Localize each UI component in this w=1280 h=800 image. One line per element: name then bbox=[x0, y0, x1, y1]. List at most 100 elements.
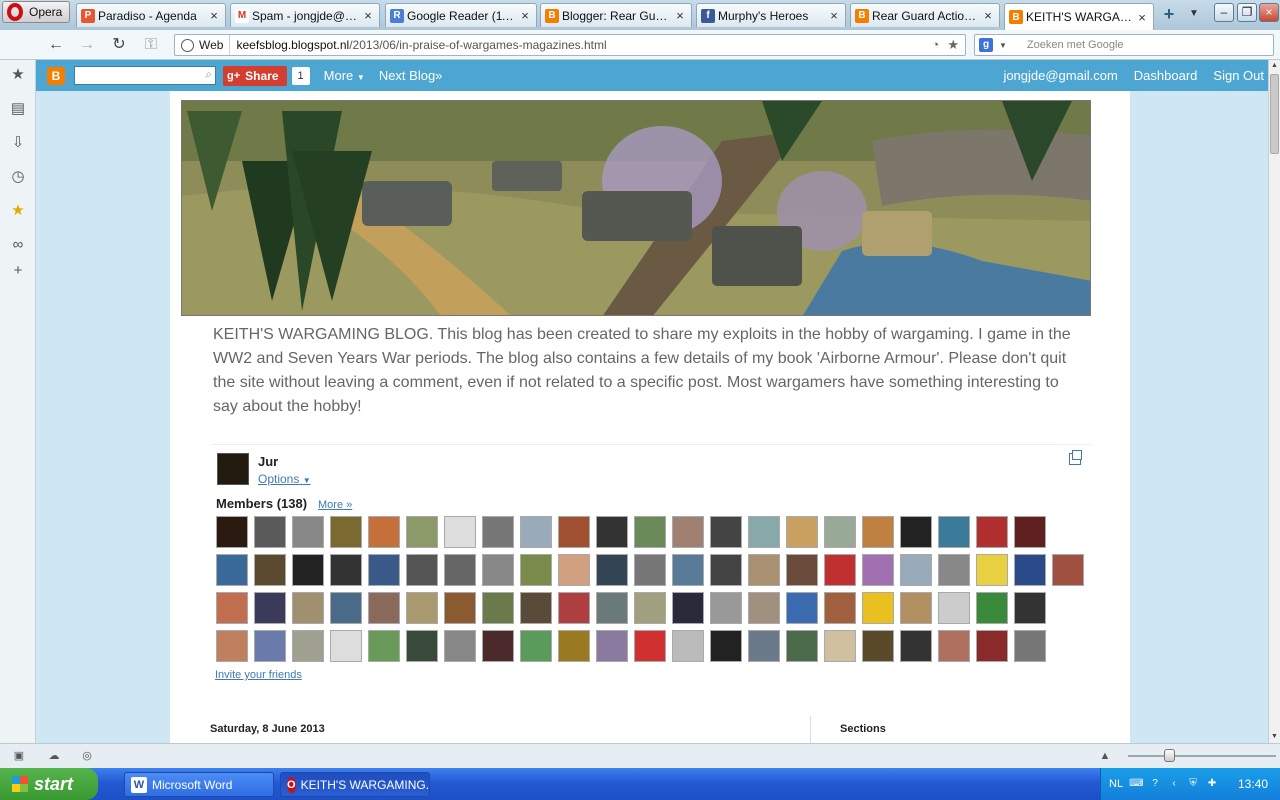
member-avatar[interactable] bbox=[1014, 516, 1046, 548]
member-avatar[interactable] bbox=[330, 554, 362, 586]
more-members-link[interactable]: More » bbox=[318, 499, 352, 511]
member-avatar[interactable] bbox=[976, 554, 1008, 586]
member-avatar[interactable] bbox=[634, 592, 666, 624]
panel-toggle-icon[interactable]: ▣ bbox=[12, 749, 26, 763]
member-avatar[interactable] bbox=[862, 592, 894, 624]
member-avatar[interactable] bbox=[976, 592, 1008, 624]
member-avatar[interactable] bbox=[596, 516, 628, 548]
close-tab-icon[interactable]: × bbox=[361, 8, 375, 23]
search-engine-dropdown-icon[interactable]: ▼ bbox=[999, 41, 1007, 50]
tab-gmail[interactable]: M Spam - jongjde@gm... × bbox=[230, 3, 380, 27]
member-avatar[interactable] bbox=[520, 630, 552, 662]
member-avatar[interactable] bbox=[710, 592, 742, 624]
expand-tray-icon[interactable]: ‹ bbox=[1167, 777, 1181, 791]
member-avatar[interactable] bbox=[634, 554, 666, 586]
close-tab-icon[interactable]: × bbox=[981, 8, 995, 23]
tab-blogger[interactable]: B Blogger: Rear Guard ... × bbox=[540, 3, 692, 27]
member-avatar[interactable] bbox=[444, 630, 476, 662]
member-avatar[interactable] bbox=[634, 630, 666, 662]
member-avatar[interactable] bbox=[558, 630, 590, 662]
member-avatar[interactable] bbox=[292, 630, 324, 662]
member-avatar[interactable] bbox=[292, 516, 324, 548]
member-avatar[interactable] bbox=[368, 592, 400, 624]
member-avatar[interactable] bbox=[748, 592, 780, 624]
tab-murphys-heroes[interactable]: f Murphy's Heroes × bbox=[696, 3, 846, 27]
member-avatar[interactable] bbox=[786, 592, 818, 624]
member-avatar[interactable] bbox=[824, 592, 856, 624]
zoom-slider-handle[interactable] bbox=[1164, 749, 1175, 762]
start-button[interactable]: start bbox=[0, 768, 98, 800]
language-indicator[interactable]: NL bbox=[1109, 778, 1123, 790]
member-avatar[interactable] bbox=[292, 592, 324, 624]
member-avatar[interactable] bbox=[862, 630, 894, 662]
blog-header-image[interactable] bbox=[181, 100, 1091, 316]
member-avatar[interactable] bbox=[1014, 592, 1046, 624]
member-avatar[interactable] bbox=[748, 516, 780, 548]
options-dropdown[interactable]: Options ▼ bbox=[258, 472, 311, 486]
vertical-scrollbar[interactable]: ▲ ▼ bbox=[1268, 60, 1280, 743]
popout-icon[interactable] bbox=[1069, 450, 1082, 465]
search-field[interactable]: g ▼ Zoeken met Google bbox=[974, 34, 1274, 56]
member-avatar[interactable] bbox=[406, 554, 438, 586]
url-text[interactable]: keefsblog.blogspot.nl/2013/06/in-praise-… bbox=[230, 38, 931, 52]
add-panel-icon[interactable]: + bbox=[9, 262, 27, 280]
sign-out-link[interactable]: Sign Out bbox=[1213, 68, 1264, 83]
keyboard-icon[interactable]: ⌨ bbox=[1129, 777, 1143, 791]
member-avatar[interactable] bbox=[444, 516, 476, 548]
scroll-up-icon[interactable]: ▲ bbox=[1269, 60, 1280, 72]
downloads-icon[interactable]: ⇩ bbox=[9, 134, 27, 152]
tab-keiths-wargaming[interactable]: B KEITH'S WARGAMIN... × bbox=[1004, 3, 1154, 30]
close-window-icon[interactable]: × bbox=[1259, 3, 1279, 22]
bookmark-star-icon[interactable]: ★ bbox=[947, 37, 959, 53]
close-tab-icon[interactable]: × bbox=[827, 8, 841, 23]
wand-key-icon[interactable]: ⚿ bbox=[140, 34, 162, 56]
minimize-icon[interactable]: – bbox=[1214, 3, 1234, 22]
member-avatar[interactable] bbox=[482, 516, 514, 548]
member-avatar[interactable] bbox=[444, 592, 476, 624]
google-search-engine-icon[interactable]: g bbox=[979, 38, 993, 52]
member-avatar[interactable] bbox=[520, 554, 552, 586]
member-avatar[interactable] bbox=[368, 630, 400, 662]
help-icon[interactable]: ? bbox=[1148, 777, 1162, 791]
forward-icon[interactable]: → bbox=[76, 34, 98, 56]
antivirus-icon[interactable]: ✚ bbox=[1205, 777, 1219, 791]
member-avatar[interactable] bbox=[672, 630, 704, 662]
member-avatar[interactable] bbox=[596, 630, 628, 662]
member-avatar[interactable] bbox=[748, 554, 780, 586]
taskbar-item-opera[interactable]: O KEITH'S WARGAMING... bbox=[280, 772, 430, 797]
member-avatar[interactable] bbox=[330, 592, 362, 624]
member-avatar[interactable] bbox=[938, 592, 970, 624]
close-tab-icon[interactable]: × bbox=[1135, 10, 1149, 25]
member-avatar[interactable] bbox=[938, 630, 970, 662]
avatar[interactable] bbox=[217, 453, 249, 485]
blogger-logo-icon[interactable]: B bbox=[47, 66, 65, 85]
tab-menu-icon[interactable]: ▼ bbox=[1186, 5, 1202, 23]
invite-friends-link[interactable]: Invite your friends bbox=[215, 669, 302, 681]
member-avatar[interactable] bbox=[938, 516, 970, 548]
member-avatar[interactable] bbox=[482, 630, 514, 662]
member-avatar[interactable] bbox=[976, 516, 1008, 548]
blog-search-input[interactable]: ⌕ bbox=[74, 66, 216, 85]
member-avatar[interactable] bbox=[254, 554, 286, 586]
new-tab-icon[interactable]: + bbox=[1160, 5, 1178, 23]
member-avatar[interactable] bbox=[710, 516, 742, 548]
notes-icon[interactable]: ▤ bbox=[9, 100, 27, 118]
member-avatar[interactable] bbox=[596, 554, 628, 586]
member-avatar[interactable] bbox=[900, 630, 932, 662]
opera-menu-button[interactable]: Opera bbox=[2, 1, 70, 23]
tab-rear-guard-action[interactable]: B Rear Guard Action: ... × bbox=[850, 3, 1000, 27]
member-avatar[interactable] bbox=[938, 554, 970, 586]
member-avatar[interactable] bbox=[292, 554, 324, 586]
member-avatar[interactable] bbox=[520, 516, 552, 548]
member-avatar[interactable] bbox=[824, 554, 856, 586]
taskbar-item-word[interactable]: W Microsoft Word bbox=[124, 772, 274, 797]
member-avatar[interactable] bbox=[710, 554, 742, 586]
restore-icon[interactable]: ❐ bbox=[1237, 3, 1257, 22]
member-avatar[interactable] bbox=[482, 592, 514, 624]
member-avatar[interactable] bbox=[634, 516, 666, 548]
tab-paradiso[interactable]: P Paradiso - Agenda × bbox=[76, 3, 226, 27]
member-avatar[interactable] bbox=[254, 516, 286, 548]
member-avatar[interactable] bbox=[1014, 554, 1046, 586]
member-avatar[interactable] bbox=[520, 592, 552, 624]
member-avatar[interactable] bbox=[900, 516, 932, 548]
